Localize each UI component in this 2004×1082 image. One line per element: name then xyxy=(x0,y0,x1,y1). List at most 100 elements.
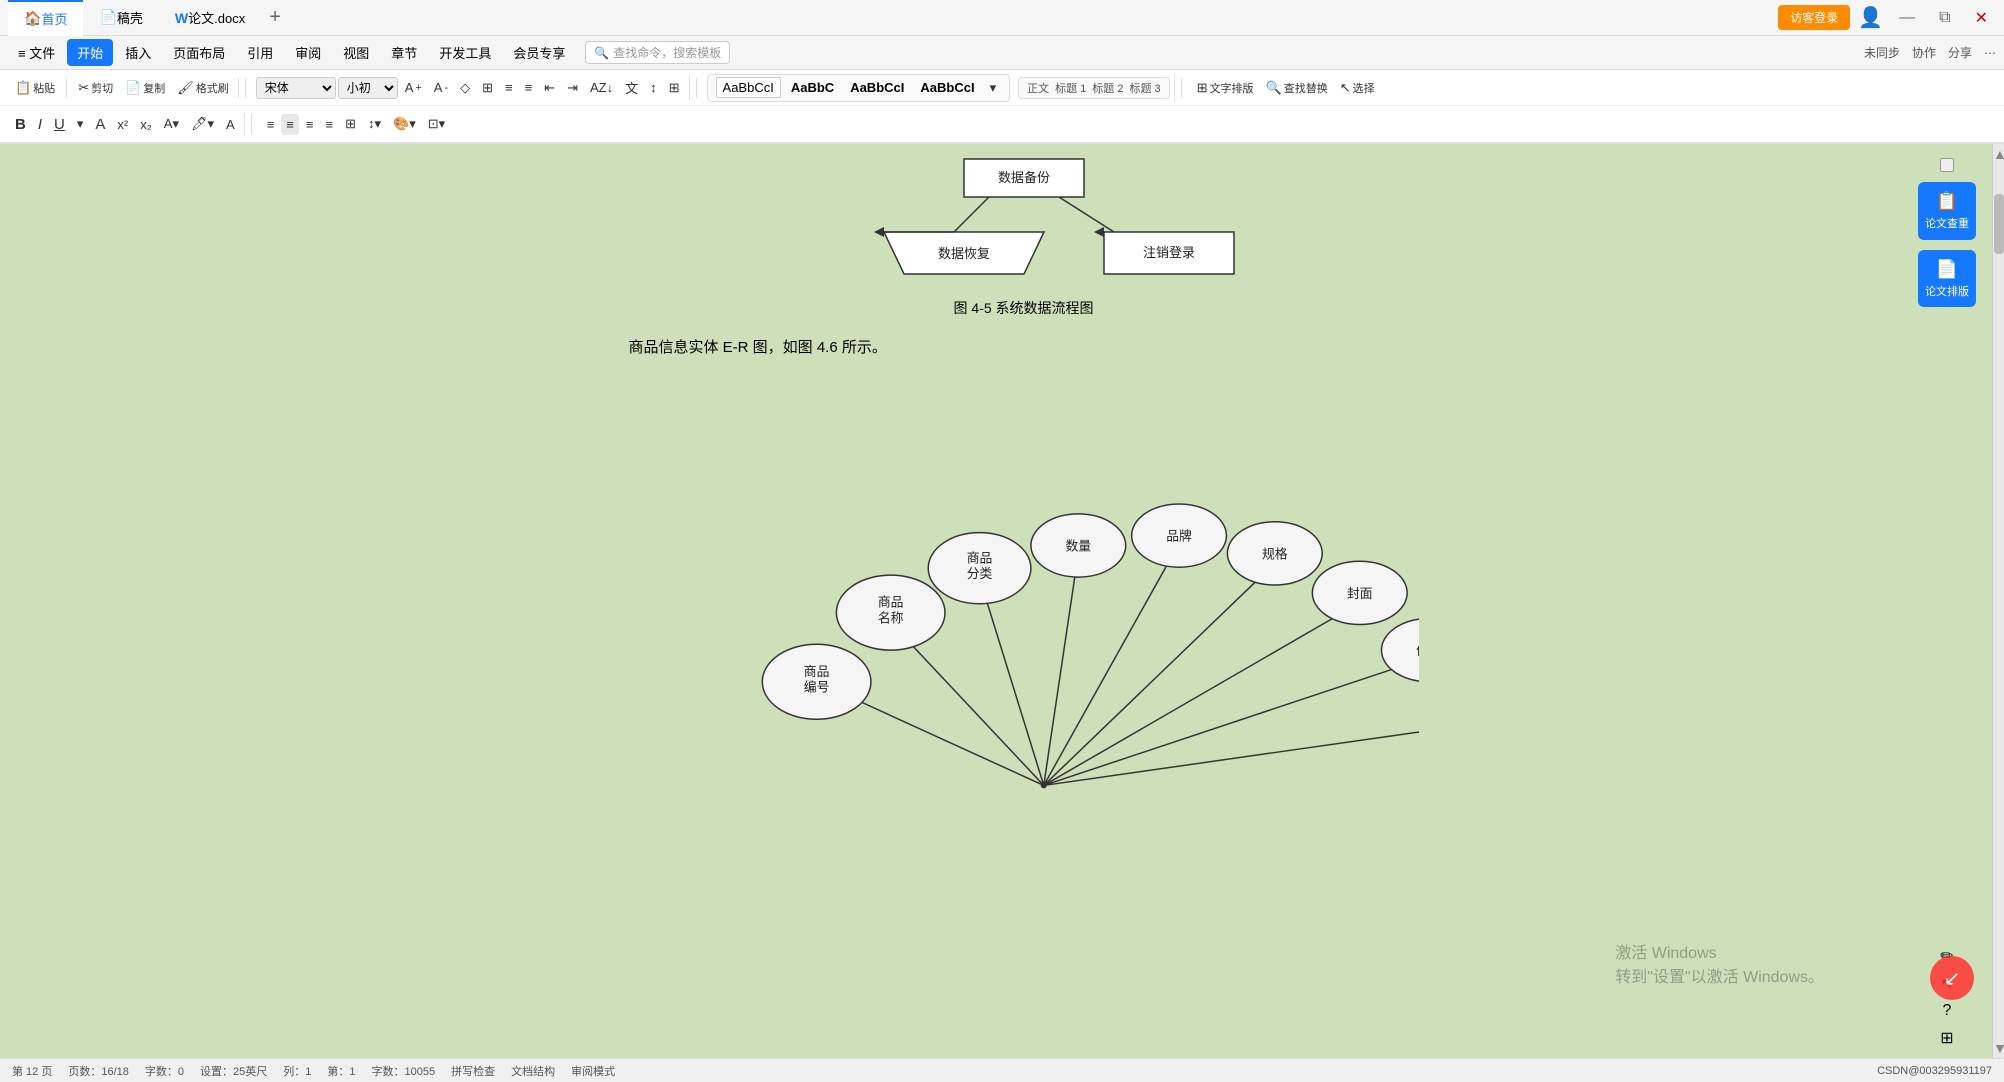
separator xyxy=(66,78,67,98)
combined-toolbar: 📋 粘贴 ✂ 剪切 📄 复制 🖌 格式刷 宋体 小初 xyxy=(0,70,2004,144)
align-center-button[interactable]: ≡ xyxy=(281,114,299,135)
select-button[interactable]: ↖ 选择 xyxy=(1335,77,1380,99)
bold-button[interactable]: B xyxy=(10,113,31,136)
doc-scroll-area[interactable]: 数据备份 数据恢复 xyxy=(145,144,1902,1058)
chinese-button[interactable]: 文 xyxy=(620,75,643,100)
font-wrap-button[interactable]: ⊞ xyxy=(477,77,498,99)
tab-home-label: 首页 xyxy=(41,9,67,28)
menu-file[interactable]: ≡ 文件 xyxy=(8,39,65,66)
shading-button[interactable]: 🎨▾ xyxy=(388,113,421,135)
menu-devtools[interactable]: 开发工具 xyxy=(429,39,501,66)
sidebar-toggle[interactable] xyxy=(1940,158,1954,172)
text-tools-group: ⊞ 文字排版 🔍 查找替换 ↖ 选择 xyxy=(1188,77,1384,99)
style-normal[interactable]: AaBbCcI xyxy=(716,77,781,98)
home-icon: 🏠 xyxy=(24,10,41,27)
svg-text:品牌: 品牌 xyxy=(1166,529,1192,544)
tab-doc[interactable]: W 论文.docx xyxy=(159,0,261,36)
underline-button[interactable]: U xyxy=(49,113,70,136)
find-replace-button[interactable]: 🔍 查找替换 xyxy=(1261,77,1333,99)
italic-button[interactable]: I xyxy=(33,113,47,136)
style-h3[interactable]: AaBbCcI xyxy=(914,78,980,97)
menu-vip[interactable]: 会员专享 xyxy=(503,39,575,66)
style-h2-label: 标题 2 xyxy=(1092,80,1123,96)
borders-button[interactable]: ⊡▾ xyxy=(423,113,450,135)
font-color-button[interactable]: A xyxy=(90,113,110,136)
word-icon: W xyxy=(175,10,188,26)
line-spacing-button[interactable]: ↕▾ xyxy=(363,113,386,135)
separator xyxy=(245,78,246,98)
restore-button[interactable]: ⧉ xyxy=(1931,9,1958,27)
underline-color-button[interactable]: ▾ xyxy=(72,113,89,135)
align-right-button[interactable]: ≡ xyxy=(301,114,319,135)
minimize-button[interactable]: — xyxy=(1891,9,1923,27)
indent-dec-button[interactable]: ⇤ xyxy=(539,77,560,99)
font-decrease-button[interactable]: A- xyxy=(429,77,453,98)
collab-btn[interactable]: 协作 xyxy=(1912,44,1936,61)
paper-format-button[interactable]: 📄 论文排版 xyxy=(1918,250,1976,308)
text-layout-button[interactable]: ⊞ 文字排版 xyxy=(1192,77,1259,99)
more-icon[interactable]: ⋯ xyxy=(1984,46,1996,60)
font-increase-button[interactable]: A+ xyxy=(400,77,427,98)
statusbar: 第 12 页 页数：16/18 字数：0 设置：25英尺 列：1 第：1 字数：… xyxy=(0,1058,2004,1082)
menu-start[interactable]: 开始 xyxy=(67,39,113,66)
styles-more-button[interactable]: ▾ xyxy=(985,77,1002,99)
indent-inc-button[interactable]: ⇥ xyxy=(562,77,583,99)
scrollbar-thumb[interactable] xyxy=(1994,194,2004,254)
add-tab-button[interactable]: + xyxy=(261,6,289,29)
close-button[interactable]: ✕ xyxy=(1967,8,1996,28)
char-border-button[interactable]: A xyxy=(221,114,240,135)
align-justify-button[interactable]: ≡ xyxy=(320,114,338,135)
scroll-down-button[interactable]: ▼ xyxy=(1993,1038,2004,1058)
paper-check-button[interactable]: 📋 论文查重 xyxy=(1918,182,1976,240)
copy-button[interactable]: 📄 复制 xyxy=(120,77,170,99)
question-icon[interactable]: ? xyxy=(1943,1002,1952,1020)
style-h2[interactable]: AaBbCcI xyxy=(844,78,910,97)
clipboard-group: 📋 粘贴 ✂ 剪切 📄 复制 🖌 格式刷 xyxy=(6,77,239,99)
grid-icon[interactable]: ⊞ xyxy=(1940,1028,1953,1048)
highlight-button[interactable]: 🖊▾ xyxy=(186,113,219,135)
svg-text:规格: 规格 xyxy=(1261,546,1287,561)
share-btn[interactable]: 分享 xyxy=(1948,44,1972,61)
status-row: 第：1 xyxy=(327,1063,355,1079)
font-special-button[interactable]: ◇ xyxy=(455,77,475,99)
menu-view[interactable]: 视图 xyxy=(333,39,379,66)
status-review-mode: 审阅模式 xyxy=(571,1063,615,1079)
paper-format-label: 论文排版 xyxy=(1925,285,1969,299)
status-char-count: 字数：10055 xyxy=(372,1063,436,1079)
styles-group: AaBbCcI AaBbC AaBbCcI AaBbCcI ▾ 正文 标题 1 … xyxy=(703,74,1175,102)
titlebar-right: 访客登录 👤 — ⧉ ✕ xyxy=(1778,5,1996,30)
sort-button[interactable]: AZ↓ xyxy=(585,77,618,98)
border-button[interactable]: ⊞ xyxy=(664,77,685,99)
font-size-select[interactable]: 小初 xyxy=(338,77,398,99)
vertical-scrollbar[interactable]: ▲ ▼ xyxy=(1992,144,2004,1058)
spacing-button[interactable]: ↕ xyxy=(645,77,662,98)
align-left-button[interactable]: ≡ xyxy=(262,114,280,135)
menu-chapter[interactable]: 章节 xyxy=(381,39,427,66)
style-h1[interactable]: AaBbC xyxy=(785,78,840,97)
menu-layout[interactable]: 页面布局 xyxy=(163,39,235,66)
separator xyxy=(696,78,697,98)
font-color2-button[interactable]: A▾ xyxy=(159,113,184,135)
tab-home[interactable]: 🏠 首页 xyxy=(8,0,83,36)
login-button[interactable]: 访客登录 xyxy=(1778,5,1850,30)
font-name-select[interactable]: 宋体 xyxy=(256,77,336,99)
menu-search[interactable]: 🔍 查找命令，搜索模板 xyxy=(585,41,730,64)
subscript-button[interactable]: x₂ xyxy=(135,114,157,135)
list2-button[interactable]: ≡ xyxy=(520,77,538,98)
avatar-icon: 👤 xyxy=(1858,5,1883,30)
menu-insert[interactable]: 插入 xyxy=(115,39,161,66)
columns-button[interactable]: ⊞ xyxy=(340,113,361,135)
menubar: ≡ 文件 开始 插入 页面布局 引用 审阅 视图 章节 开发工具 会员专享 🔍 … xyxy=(0,36,2004,70)
list-button[interactable]: ≡ xyxy=(500,77,518,98)
er-diagram-container: 商品 编号 商品 名称 商品 分类 数量 品牌 xyxy=(629,373,1419,793)
svg-text:价格: 价格 xyxy=(1416,643,1419,658)
paste-button[interactable]: 📋 粘贴 xyxy=(10,77,60,99)
cut-button[interactable]: ✂ 剪切 xyxy=(73,77,118,99)
tab-draft[interactable]: 📄 稿壳 xyxy=(83,0,158,36)
superscript-button[interactable]: x² xyxy=(112,114,133,135)
format-paint-button[interactable]: 🖌 格式刷 xyxy=(172,77,234,99)
menu-review[interactable]: 审阅 xyxy=(285,39,331,66)
menu-references[interactable]: 引用 xyxy=(237,39,283,66)
scroll-up-button[interactable]: ▲ xyxy=(1993,144,2004,164)
right-sidebar: 📋 论文查重 📄 论文排版 ✏ ↖ ? ⊞ xyxy=(1902,144,1992,1058)
